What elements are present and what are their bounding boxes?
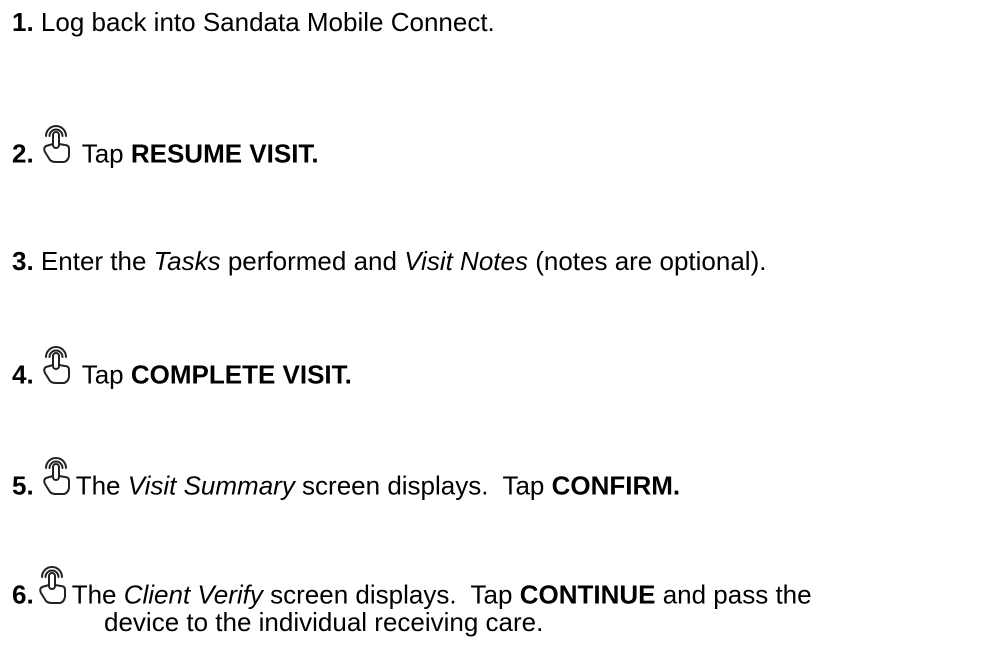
- action-label: COMPLETE VISIT.: [130, 359, 352, 390]
- step-text: screen displays. Tap: [262, 579, 520, 610]
- tap-gesture-icon: [34, 563, 70, 605]
- step-3: 3. Enter the Tasks performed and Visit N…: [12, 245, 766, 278]
- step-text: The: [71, 579, 124, 610]
- action-label: CONTINUE: [519, 579, 656, 610]
- step-1: 1. Log back into Sandata Mobile Connect.: [12, 6, 495, 39]
- step-text: Log back into Sandata Mobile Connect.: [40, 7, 495, 37]
- screen-name: Visit Summary: [127, 470, 295, 501]
- step-text: Enter the: [40, 246, 154, 276]
- step-text: Tap: [81, 359, 131, 390]
- step-number: 5.: [12, 470, 34, 501]
- step-6: 6. The Client Verify screen displays. Ta…: [12, 566, 812, 611]
- step-number: 4.: [12, 359, 34, 390]
- step-text: Tap: [81, 138, 131, 169]
- step-text: and pass the: [655, 579, 812, 610]
- action-label: CONFIRM.: [551, 470, 681, 501]
- field-name: Visit Notes: [404, 246, 528, 276]
- tap-gesture-icon: [38, 454, 74, 496]
- step-text: screen displays. Tap: [294, 470, 552, 501]
- tap-gesture-icon: [38, 343, 74, 385]
- step-text: The: [75, 470, 128, 501]
- step-5: 5. The Visit Summary screen displays. Ta…: [12, 457, 681, 502]
- step-number: 2.: [12, 138, 34, 169]
- field-name: Tasks: [153, 246, 221, 276]
- step-text: performed and: [220, 246, 405, 276]
- step-4: 4. Tap COMPLETE VISIT.: [12, 346, 352, 391]
- step-number: 3.: [12, 246, 34, 276]
- step-number: 6.: [12, 579, 34, 610]
- step-text: (notes are optional).: [527, 246, 767, 276]
- tap-gesture-icon: [38, 122, 74, 164]
- screen-name: Client Verify: [123, 579, 263, 610]
- step-6-continuation: device to the individual receiving care.: [104, 607, 544, 637]
- step-number: 1.: [12, 7, 34, 37]
- action-label: RESUME VISIT.: [130, 138, 319, 169]
- step-2: 2. Tap RESUME VISIT.: [12, 125, 319, 170]
